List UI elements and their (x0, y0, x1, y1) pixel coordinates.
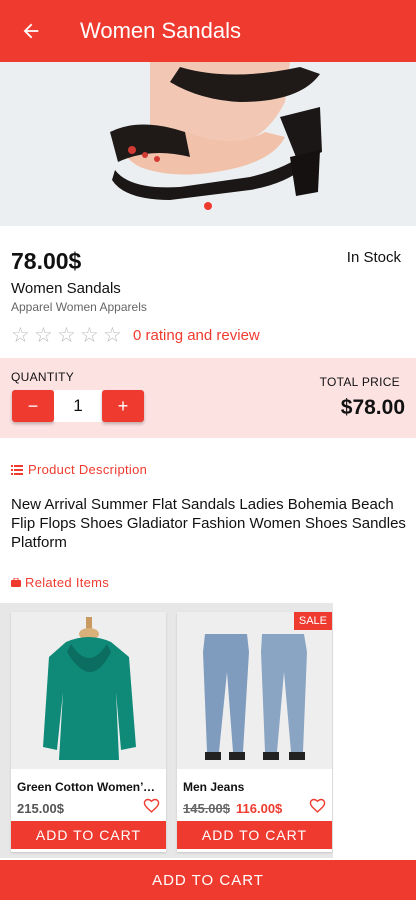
related-item-price: 116.00$ (236, 801, 283, 816)
star-icon: ☆ (57, 324, 76, 347)
related-item-name: Men Jeans (183, 780, 245, 794)
related-item-price-group: 145.00$ 116.00$ (183, 801, 282, 816)
decrease-quantity-button[interactable]: − (12, 390, 54, 422)
product-category: Apparel Women Apparels (11, 300, 147, 314)
rating-review-link[interactable]: 0 rating and review (133, 327, 260, 344)
product-thumbnail (11, 612, 166, 769)
add-to-cart-button[interactable]: ADD TO CART (177, 821, 332, 849)
bag-icon (11, 578, 21, 587)
increase-quantity-button[interactable]: + (102, 390, 144, 422)
related-item-card[interactable]: Green Cotton Women’s Top 215.00$ ADD TO … (11, 612, 166, 852)
product-price: 78.00$ (11, 248, 82, 274)
add-to-cart-button[interactable]: ADD TO CART (11, 821, 166, 849)
sale-badge: SALE (293, 612, 332, 630)
jeans-image (177, 612, 332, 769)
heart-icon[interactable] (143, 797, 160, 814)
green-top-image (11, 612, 166, 769)
heart-icon[interactable] (309, 797, 326, 814)
quantity-section: QUANTITY − 1 + TOTAL PRICE $78.00 (0, 358, 416, 438)
total-price-value: $78.00 (340, 396, 405, 419)
quantity-label: QUANTITY (11, 370, 75, 384)
star-icon: ☆ (11, 324, 30, 347)
app-bar: Women Sandals (0, 0, 416, 62)
rating-stars[interactable]: ☆ ☆ ☆ ☆ ☆ (11, 324, 126, 348)
star-icon: ☆ (80, 324, 99, 347)
carousel-indicator-dot[interactable] (204, 202, 212, 210)
description-heading-label: Product Description (28, 462, 148, 477)
related-items-heading-label: Related Items (25, 575, 110, 590)
related-items-heading: Related Items (11, 575, 109, 590)
related-item-card[interactable]: SALE Men Jeans 145.00$ 116.00$ ADD TO CAR… (177, 612, 332, 852)
related-item-name: Green Cotton Women’s Top (17, 780, 159, 794)
stock-status: In Stock (346, 249, 401, 266)
total-price-label: TOTAL PRICE (319, 375, 400, 389)
related-item-price: 215.00$ (17, 801, 64, 816)
back-button[interactable] (0, 0, 62, 62)
related-item-old-price: 145.00$ (183, 801, 230, 816)
description-heading: Product Description (11, 462, 147, 477)
list-icon (11, 464, 23, 475)
related-items-list[interactable]: Green Cotton Women’s Top 215.00$ ADD TO … (0, 603, 333, 858)
arrow-left-icon (23, 23, 39, 39)
add-to-cart-bottom-button[interactable]: ADD TO CART (0, 860, 416, 900)
product-thumbnail: SALE (177, 612, 332, 769)
product-description: New Arrival Summer Flat Sandals Ladies B… (11, 496, 406, 551)
star-icon: ☆ (34, 324, 53, 347)
product-name: Women Sandals (11, 280, 121, 297)
quantity-value: 1 (54, 390, 102, 422)
star-icon: ☆ (103, 324, 122, 347)
page-title: Women Sandals (80, 18, 242, 43)
